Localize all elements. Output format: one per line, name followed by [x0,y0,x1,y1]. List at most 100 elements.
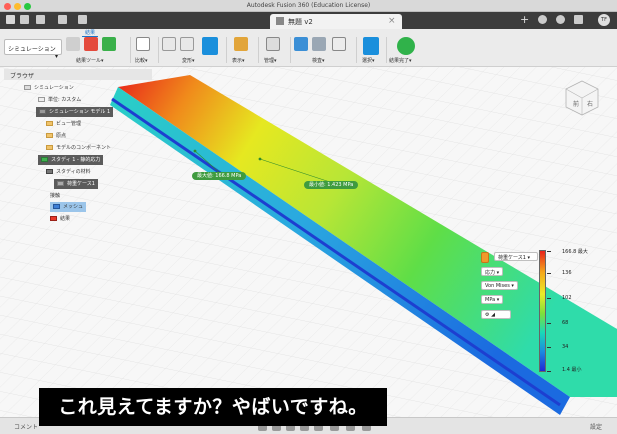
study-icon [41,157,48,162]
browser-item-root[interactable]: シミュレーション [24,83,74,93]
legend-tick: 102 [562,295,572,301]
browser-item-mesh[interactable]: メッシュ [50,202,87,212]
unit-dropdown[interactable]: MPa ▾ [481,295,503,304]
browser-item-label: メッシュ [63,204,84,210]
group-label: 結果完了▾ [389,58,412,64]
browser-item-study[interactable]: スタディ 1 - 静的応力 [38,155,104,165]
avatar[interactable]: TF [598,14,610,26]
compare-icon [136,37,150,51]
browser-item-components[interactable]: モデルのコンポーネント [46,143,111,153]
comments-label[interactable]: コメント [14,422,38,431]
browser-item-named-views[interactable]: ビュー管理 [46,119,81,129]
browser-item-label: モデルのコンポーネント [56,145,112,151]
legend-tick: 136 [562,270,572,276]
redo-icon[interactable] [78,15,87,24]
divider [226,37,227,63]
load-case-dropdown[interactable]: 荷重ケース1 ▾ [494,252,538,261]
stress-colorbar [539,250,546,372]
browser-item-origin[interactable]: 原点 [46,131,66,141]
browser-item-label: スタディ 1 - 静的応力 [51,157,101,163]
extensions-icon[interactable] [538,15,547,24]
divider [386,37,387,63]
document-icon [276,17,284,25]
tick-mark [547,298,551,299]
model-icon [39,109,46,114]
tick-mark [547,273,551,274]
browser-item-load-case[interactable]: 荷重ケース1 [54,179,98,189]
data-panel-icon[interactable] [6,15,15,24]
camera-icon [66,37,80,51]
browser-item-label: 荷重ケース1 [67,181,95,187]
tick-mark [547,347,551,348]
deform-group[interactable]: 変形▾ [162,35,222,65]
group-label: 表示▾ [232,58,245,64]
app-title: Autodesk Fusion 360 (Education License) [246,2,371,9]
workspace-switcher[interactable]: シミュレーション ▾ [4,39,62,60]
browser-item-label: スタディの材料 [56,169,91,175]
app-window: Autodesk Fusion 360 (Education License) … [0,0,617,434]
group-label: 変形▾ [182,58,195,64]
result-type-dropdown[interactable]: 応力 ▾ [481,267,503,276]
group-label: 結果ツール▾ [76,58,104,64]
divider [258,37,259,63]
criterion-dropdown[interactable]: Von Mises ▾ [481,281,518,290]
mesh-icon [53,204,60,209]
min-value-probe[interactable]: 最小値: 1.423 MPa [304,181,359,189]
title-bar: Autodesk Fusion 360 (Education License) [0,0,617,12]
report-icon [84,37,98,51]
browser-item-units[interactable]: 単位: カスタム [38,95,81,105]
notifications-icon[interactable] [574,15,583,24]
browser-item-label: 原点 [56,133,67,139]
browser-item-label: ビュー管理 [56,121,82,127]
max-value-probe[interactable]: 最大値: 166.8 MPa [192,172,247,180]
save-icon[interactable] [36,15,45,24]
display-group[interactable]: 表示▾ [230,35,254,65]
settings-label[interactable]: 設定 [590,422,602,431]
browser-header[interactable]: ブラウザ [4,69,152,80]
display-icon [234,37,248,51]
viewcube-icon[interactable]: 前 右 [562,78,602,118]
folder-icon [46,145,53,150]
legend-min-label: 1.4 最小 [562,367,582,373]
video-subtitle: これ見えてますか？やばいですね。 [39,388,387,426]
browser-item-label: シミュレーション [34,85,74,91]
group-label: 検査▾ [312,58,325,64]
legend-toggle-icon[interactable] [481,252,489,263]
viewcube-right-label: 右 [587,100,593,108]
compare-group[interactable]: 比較▾ [134,35,154,65]
inspect-group[interactable]: 検査▾ [294,35,356,65]
divider [158,37,159,63]
manage-group[interactable]: 管理▾ [262,35,286,65]
legend-settings[interactable]: ⚙ ◢ [481,310,511,319]
workspace-label: シミュレーション [8,46,56,53]
document-tab-bar: 無題 v2 × + TF [0,12,617,29]
undo-icon[interactable] [58,15,67,24]
browser-item-materials[interactable]: スタディの材料 [46,167,91,177]
legend-max-label: 166.8 最大 [562,249,588,255]
browser-item-results[interactable]: 結果 [50,214,70,224]
materials-icon [46,169,53,174]
browser-item-contacts[interactable]: 接触 [50,191,60,201]
group-label: 管理▾ [264,58,277,64]
units-icon [38,97,45,102]
browser-item-sim-model[interactable]: シミュレーション モデル 1 [36,107,114,117]
browser-item-label: 接触 [50,193,61,199]
result-tools-group[interactable]: 結果ツール▾ [66,35,130,65]
load-case-icon [57,181,64,186]
job-status-icon[interactable] [556,15,565,24]
file-menu-icon[interactable] [20,15,29,24]
divider [130,37,131,63]
browser-item-label: シミュレーション モデル 1 [49,109,111,115]
deform-shape-icon [180,37,194,51]
tick-mark [547,371,551,372]
divider [356,37,357,63]
gear-icon: ⚙ [485,312,490,318]
tab-document[interactable]: 無題 v2 × [270,14,402,29]
select-group[interactable]: 選択▾ [360,35,382,65]
tab-close-icon[interactable]: × [388,16,396,26]
folder-icon [46,121,53,126]
new-tab-button[interactable]: + [520,13,529,26]
finish-results-group[interactable]: 結果完了▾ [388,35,422,65]
tick-mark [547,323,551,324]
folder-icon [24,85,31,90]
